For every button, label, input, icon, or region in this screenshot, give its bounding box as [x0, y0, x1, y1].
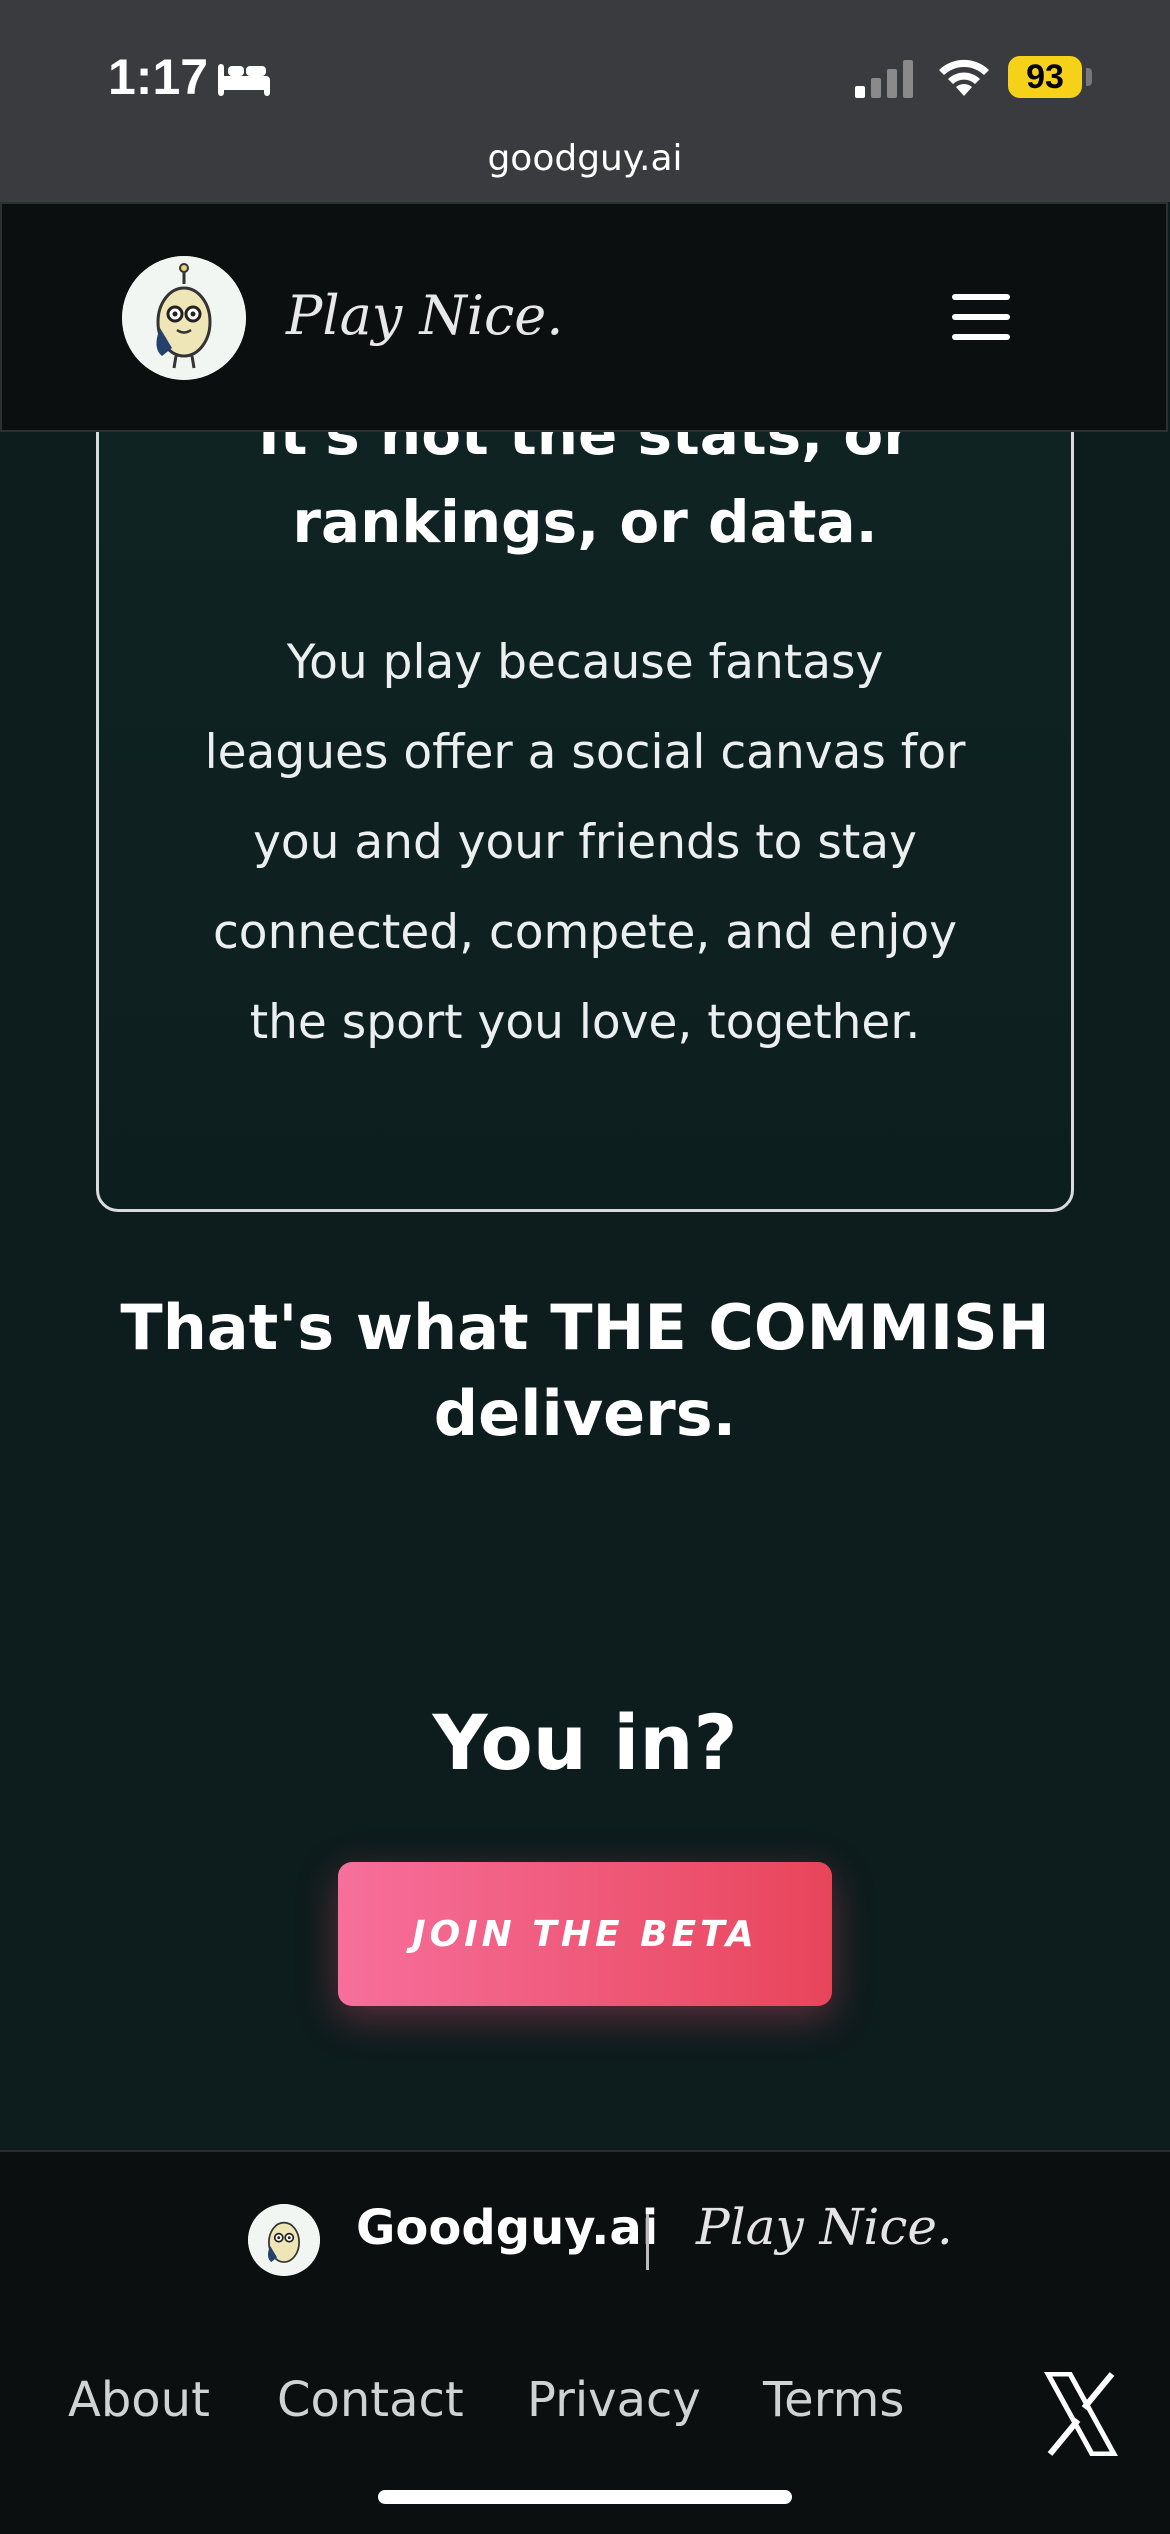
- url-bar[interactable]: goodguy.ai: [0, 138, 1170, 179]
- footer-tagline: Play Nice.: [696, 2198, 953, 2256]
- footer-logo-icon[interactable]: [248, 2204, 320, 2276]
- site-header: Play Nice.: [0, 202, 1168, 432]
- join-beta-button[interactable]: JOIN THE BETA: [338, 1862, 832, 2006]
- card-heading-line: rankings, or data.: [292, 488, 878, 556]
- signal-icon: [855, 60, 913, 98]
- footer-link-terms[interactable]: Terms: [763, 2372, 904, 2428]
- logo-mascot-icon[interactable]: [122, 256, 246, 380]
- footer-link-about[interactable]: About: [68, 2372, 210, 2428]
- battery-cap: [1086, 68, 1092, 86]
- x-logo-icon[interactable]: [1044, 2372, 1118, 2456]
- delivers-heading: That's what THE COMMISH delivers.: [120, 1291, 1050, 1450]
- hamburger-menu-icon[interactable]: [952, 294, 1010, 340]
- footer-link-contact[interactable]: Contact: [277, 2372, 464, 2428]
- wifi-icon: [939, 59, 989, 96]
- status-bar: 1:17 93 goodguy.ai: [0, 0, 1170, 202]
- bed-icon: [218, 64, 270, 96]
- battery-indicator: 93: [1008, 56, 1082, 98]
- header-tagline: Play Nice.: [286, 284, 564, 347]
- home-indicator: [378, 2490, 792, 2504]
- footer-separator: [646, 2214, 649, 2270]
- footer-link-privacy[interactable]: Privacy: [527, 2372, 701, 2428]
- you-in-heading: You in?: [432, 1698, 738, 1787]
- footer-brand[interactable]: Goodguy.ai: [356, 2200, 658, 2256]
- card-body-text: You play because fantasy leagues offer a…: [204, 635, 966, 1050]
- status-time: 1:17: [108, 49, 209, 105]
